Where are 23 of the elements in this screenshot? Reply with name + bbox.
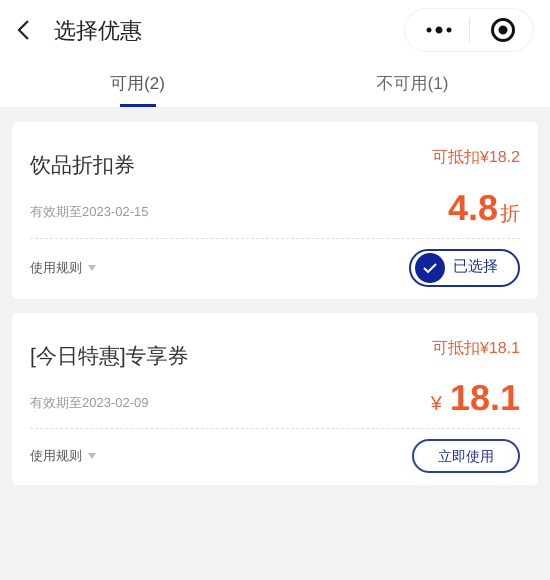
usage-rules-link[interactable]: 使用规则 xyxy=(30,258,96,278)
select-button[interactable]: 已选择 xyxy=(409,248,520,286)
coupon-name: [今日特惠]专享券 xyxy=(30,344,189,370)
deduct-amount: 可抵扣¥18.2 xyxy=(432,148,520,168)
coupon-name: 饮品折扣券 xyxy=(30,153,135,179)
currency-label: ¥ xyxy=(430,394,442,414)
coupon-value: 4.8 xyxy=(448,190,498,226)
deduct-amount: 可抵扣¥18.1 xyxy=(432,338,520,358)
check-icon xyxy=(415,252,445,282)
page-title: 选择优惠 xyxy=(54,16,142,44)
tab[interactable]: 可用(2) xyxy=(0,60,275,107)
back-icon[interactable] xyxy=(16,19,30,41)
dropdown-icon xyxy=(88,264,96,270)
unit-label: 折 xyxy=(500,204,520,224)
dropdown-icon xyxy=(88,453,96,459)
validity-date: 有效期至2023-02-15 xyxy=(30,203,148,221)
validity-date: 有效期至2023-02-09 xyxy=(30,394,148,412)
coupon-value: 18.1 xyxy=(450,380,520,416)
select-button[interactable]: 立即使用 xyxy=(412,439,520,473)
target-icon[interactable] xyxy=(490,17,516,43)
more-icon[interactable] xyxy=(425,26,453,34)
tab[interactable]: 不可用(1) xyxy=(275,60,550,107)
usage-rules-link[interactable]: 使用规则 xyxy=(30,446,96,466)
